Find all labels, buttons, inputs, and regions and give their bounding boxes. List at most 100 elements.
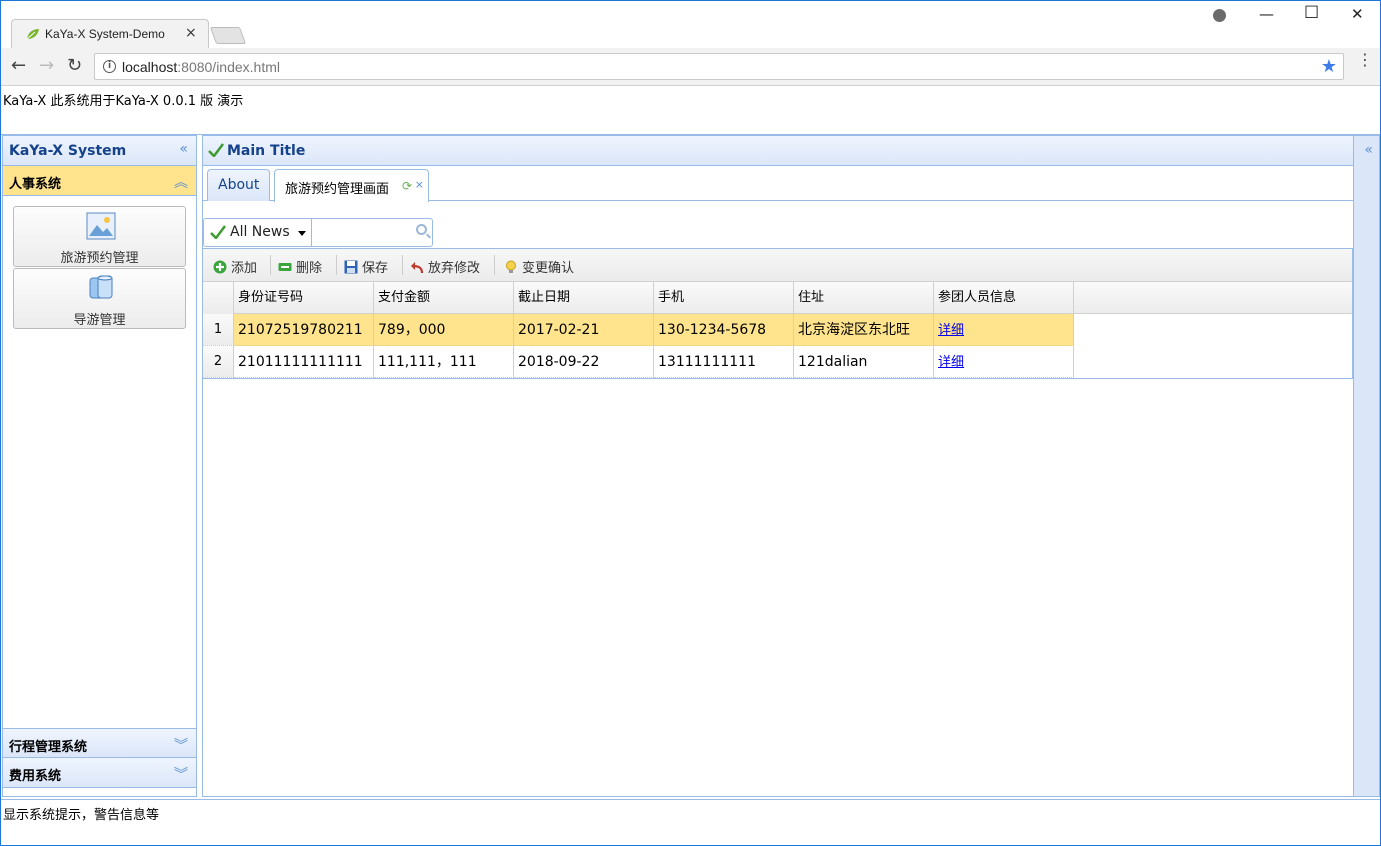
table-cell[interactable]: 111,111，111 bbox=[374, 346, 514, 378]
account-icon[interactable] bbox=[1213, 9, 1226, 22]
remove-icon bbox=[278, 263, 292, 271]
button-label: 旅游预约管理 bbox=[60, 251, 139, 266]
column-header[interactable]: 参团人员信息 bbox=[934, 282, 1074, 314]
browser-tab[interactable]: KaYa-X System-Demo × bbox=[11, 19, 209, 49]
accordion-personnel-system[interactable]: 人事系统 ︽ bbox=[3, 166, 196, 196]
accordion-title: 人事系统 bbox=[9, 177, 62, 192]
search-box: All News bbox=[203, 218, 433, 247]
status-bar: 显示系统提示，警告信息等 bbox=[1, 799, 1380, 845]
collapse-left-icon[interactable]: « bbox=[179, 141, 188, 157]
status-message: 显示系统提示，警告信息等 bbox=[3, 808, 160, 823]
east-panel-collapsed[interactable]: « bbox=[1353, 135, 1380, 797]
detail-link[interactable]: 详细 bbox=[938, 323, 964, 338]
url-path: :8080/index.html bbox=[177, 59, 280, 75]
address-bar[interactable]: i localhost:8080/index.html ★ bbox=[94, 53, 1344, 80]
chevrons-down-icon[interactable]: ︾ bbox=[174, 735, 188, 755]
table-cell[interactable]: 2017-02-21 bbox=[514, 314, 654, 346]
database-icon bbox=[89, 275, 113, 299]
minimize-icon[interactable]: — bbox=[1259, 5, 1274, 23]
discard-changes-label: 放弃修改 bbox=[428, 261, 481, 276]
accordion-itinerary-system[interactable]: 行程管理系统 ︾ bbox=[3, 728, 196, 758]
detail-link[interactable]: 详细 bbox=[938, 355, 964, 370]
add-button[interactable]: 添加 bbox=[213, 257, 257, 276]
bookmark-star-icon[interactable]: ★ bbox=[1321, 56, 1337, 77]
browser-menu-icon[interactable]: ⋮ bbox=[1357, 52, 1373, 68]
add-icon bbox=[213, 260, 227, 274]
west-panel: KaYa-X System « 人事系统 ︽ 旅游预约管理 导游管理 行程管理系… bbox=[2, 135, 197, 797]
table-cell[interactable]: 121dalian bbox=[794, 346, 934, 378]
toolbar-divider bbox=[402, 255, 403, 275]
table-cell[interactable]: 2018-09-22 bbox=[514, 346, 654, 378]
button-label: 导游管理 bbox=[73, 313, 126, 328]
caret-down-icon bbox=[298, 231, 306, 236]
confirm-changes-button[interactable]: 变更确认 bbox=[504, 257, 574, 276]
app-header-text: KaYa-X 此系统用于KaYa-X 0.0.1 版 演示 bbox=[3, 94, 244, 109]
lightbulb-icon bbox=[506, 260, 516, 273]
center-panel: Main Title About 旅游预约管理画面 ⟳ × All News 添… bbox=[202, 135, 1354, 797]
data-grid: 添加 删除 保存 放弃修改 变更确认 身份证号码 支付金额 截止日期 手机 住址… bbox=[203, 248, 1353, 379]
browser-tab-strip: KaYa-X System-Demo × — ☐ ✕ bbox=[1, 1, 1380, 49]
row-number: 2 bbox=[203, 346, 234, 378]
chevrons-down-icon[interactable]: ︾ bbox=[174, 764, 188, 784]
toolbar-divider bbox=[336, 255, 337, 275]
table-cell: 详细 bbox=[934, 314, 1074, 346]
column-header[interactable]: 截止日期 bbox=[514, 282, 654, 314]
grid-toolbar: 添加 删除 保存 放弃修改 变更确认 bbox=[203, 249, 1352, 282]
browser-window: KaYa-X System-Demo × — ☐ ✕ ← → ↻ i local… bbox=[0, 0, 1381, 846]
table-cell[interactable]: 789，000 bbox=[374, 314, 514, 346]
url-text: localhost:8080/index.html bbox=[122, 59, 280, 75]
row-number: 1 bbox=[203, 314, 234, 346]
guide-management-button[interactable]: 导游管理 bbox=[13, 268, 186, 329]
check-icon bbox=[210, 225, 226, 239]
save-icon bbox=[344, 260, 358, 274]
toolbar-divider bbox=[270, 255, 271, 275]
save-button[interactable]: 保存 bbox=[344, 257, 388, 276]
discard-changes-button[interactable]: 放弃修改 bbox=[410, 257, 480, 276]
column-header[interactable]: 支付金额 bbox=[374, 282, 514, 314]
center-panel-title: Main Title bbox=[227, 143, 306, 159]
table-cell[interactable]: 北京海淀区东北旺 bbox=[794, 314, 934, 346]
maximize-icon[interactable]: ☐ bbox=[1304, 3, 1319, 23]
reload-icon[interactable]: ↻ bbox=[67, 56, 82, 76]
tab-about[interactable]: About bbox=[207, 169, 270, 201]
accordion-expense-system[interactable]: 费用系统 ︾ bbox=[3, 758, 196, 788]
delete-button[interactable]: 删除 bbox=[278, 257, 322, 276]
column-header[interactable]: 住址 bbox=[794, 282, 934, 314]
undo-icon bbox=[411, 262, 424, 274]
image-icon bbox=[86, 212, 116, 240]
search-icon[interactable] bbox=[416, 224, 427, 235]
column-header[interactable]: 手机 bbox=[654, 282, 794, 314]
confirm-changes-label: 变更确认 bbox=[522, 261, 575, 276]
delete-label: 删除 bbox=[296, 261, 323, 276]
window-close-icon[interactable]: ✕ bbox=[1351, 5, 1364, 23]
forward-icon[interactable]: → bbox=[39, 56, 54, 76]
save-label: 保存 bbox=[362, 261, 389, 276]
tab-label: About bbox=[218, 177, 260, 193]
browser-toolbar: ← → ↻ i localhost:8080/index.html ★ ⋮ bbox=[1, 48, 1380, 86]
back-icon[interactable]: ← bbox=[11, 56, 26, 76]
url-host: localhost bbox=[122, 59, 178, 75]
tour-booking-button[interactable]: 旅游预约管理 bbox=[13, 206, 186, 267]
table-cell[interactable]: 130-1234-5678 bbox=[654, 314, 794, 346]
tab-label: 旅游预约管理画面 bbox=[285, 182, 390, 197]
search-category-menu[interactable]: All News bbox=[204, 219, 312, 246]
accordion-body: 旅游预约管理 导游管理 bbox=[3, 196, 196, 728]
table-cell[interactable]: 13111111111 bbox=[654, 346, 794, 378]
table-row[interactable]: 1 21072519780211 789，000 2017-02-21 130-… bbox=[203, 314, 1352, 346]
column-header[interactable]: 身份证号码 bbox=[234, 282, 374, 314]
grid-header: 身份证号码 支付金额 截止日期 手机 住址 参团人员信息 bbox=[203, 282, 1352, 314]
table-cell[interactable]: 21011111111111 bbox=[234, 346, 374, 378]
close-tab-icon[interactable]: × bbox=[185, 25, 197, 41]
info-icon[interactable]: i bbox=[103, 60, 116, 73]
toolbar-divider bbox=[494, 255, 495, 275]
new-tab-button[interactable] bbox=[209, 27, 247, 44]
close-tab-icon[interactable]: × bbox=[415, 178, 424, 191]
chevrons-up-icon[interactable]: ︽ bbox=[174, 172, 188, 192]
table-row[interactable]: 2 21011111111111 111,111，111 2018-09-22 … bbox=[203, 346, 1352, 378]
refresh-icon[interactable]: ⟳ bbox=[402, 179, 412, 193]
search-input[interactable] bbox=[314, 221, 410, 244]
tab-tour-booking[interactable]: 旅游预约管理画面 ⟳ × bbox=[274, 169, 429, 202]
table-cell[interactable]: 21072519780211 bbox=[234, 314, 374, 346]
expand-right-panel-icon[interactable]: « bbox=[1364, 142, 1373, 158]
add-label: 添加 bbox=[231, 261, 258, 276]
